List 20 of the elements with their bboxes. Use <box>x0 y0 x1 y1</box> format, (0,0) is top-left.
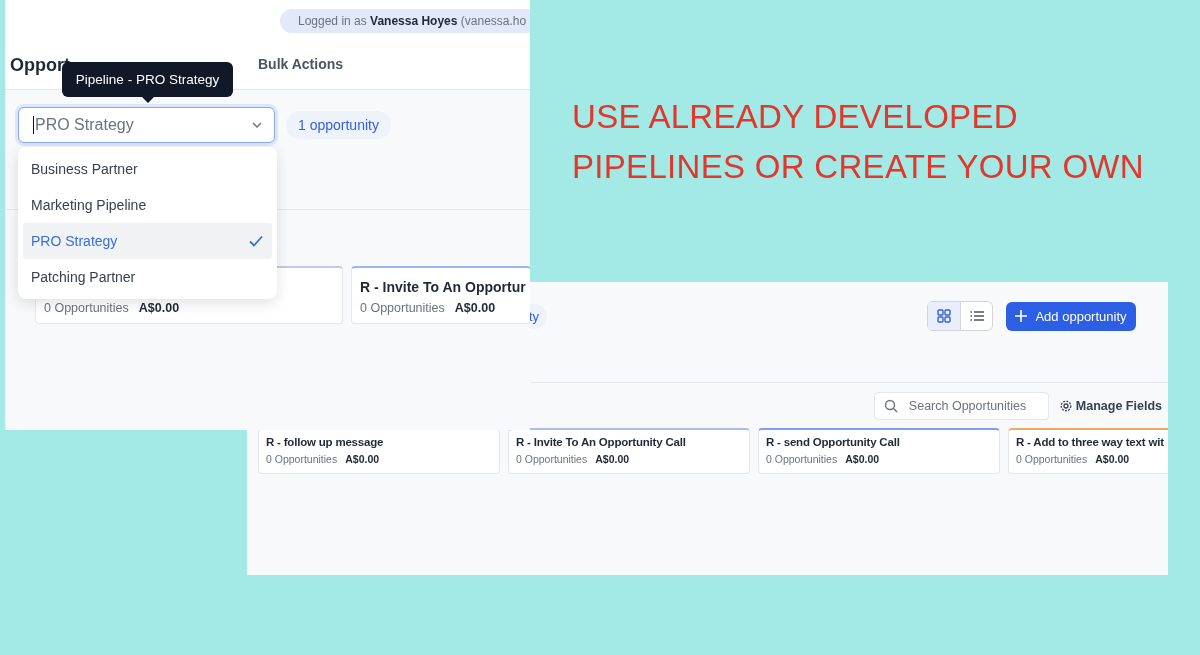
stage-amount: A$0.00 <box>595 453 630 465</box>
stage-amount: A$0.00 <box>138 301 180 315</box>
headline-text: USE ALREADY DEVELOPED <box>572 97 1019 137</box>
opportunity-count: 0 Opportunities <box>266 453 338 465</box>
opportunity-count: 0 Opportunities <box>516 453 588 465</box>
stage-amount: A$0.00 <box>845 453 880 465</box>
stage-amount: A$0.00 <box>345 453 380 465</box>
headline-text: PIPELINES OR CREATE YOUR OWN <box>572 147 1145 187</box>
opportunity-count: 0 Opportunities <box>44 301 129 315</box>
stage-title: R - follow up message <box>266 436 385 448</box>
opportunity-count: 0 Opportunities <box>766 453 838 465</box>
stage-title: R - Add to three way text wit <box>1016 436 1165 448</box>
login-banner: Logged in as Vanessa Hoyes (vanessa.ho <box>280 9 530 33</box>
stage-title: R - Invite To An Opportunity Call <box>516 436 687 448</box>
opportunity-count: 0 Opportunities <box>1016 453 1088 465</box>
stage-amount: A$0.00 <box>454 301 496 315</box>
stage-amount: A$0.00 <box>1095 453 1130 465</box>
count-badge: 1 opportunity <box>286 111 391 139</box>
stage-title: R - send Opportunity Call <box>766 436 901 448</box>
opportunity-count: 0 Opportunities <box>360 301 445 315</box>
